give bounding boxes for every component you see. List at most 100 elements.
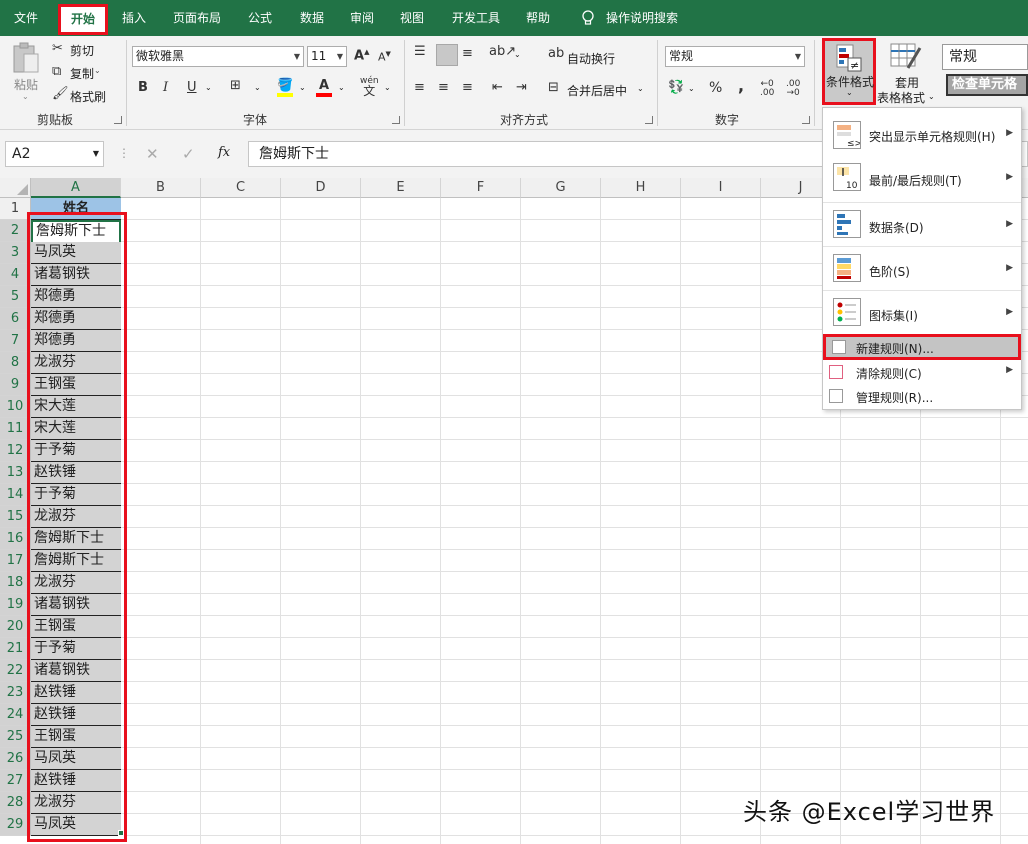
phonetic-chevron-icon[interactable]: ⌄ [384,83,391,92]
orientation-icon[interactable]: ab↗ [489,44,516,59]
increase-indent-icon[interactable]: ⇥ [516,80,527,95]
decrease-font-icon[interactable]: A▼ [378,50,391,64]
conditional-formatting-button[interactable]: ≠ 条件格式 ⌄ [822,38,876,105]
copy-button[interactable]: 复制 [70,65,94,82]
menu-item-data-bars[interactable]: 数据条(D) ▶ [823,202,1021,246]
font-color-chevron-icon[interactable]: ⌄ [338,83,345,92]
gridline [121,461,1028,462]
format-as-table-chevron-icon[interactable]: ⌄ [928,92,935,101]
column-header-f[interactable]: F [441,178,521,198]
tab-insert[interactable]: 插入 [114,0,154,36]
paste-chevron-icon[interactable]: ⌄ [22,92,29,101]
name-box[interactable]: A2 ▼ [5,141,104,167]
number-launcher-icon[interactable] [802,116,810,124]
font-group-label: 字体 [242,113,267,127]
tab-page-layout[interactable]: 页面布局 [166,0,228,36]
number-format-value: 常规 [669,49,694,63]
column-header-g[interactable]: G [521,178,601,198]
bold-button[interactable]: B [138,80,148,95]
insert-function-icon[interactable]: fx [218,145,230,160]
menu-item-clear-rules[interactable]: 清除规则(C) ▶ [823,360,1021,385]
comma-button[interactable]: , [738,76,744,95]
alignment-launcher-icon[interactable] [645,116,653,124]
gridline [121,747,1028,748]
copy-chevron-icon[interactable]: ⌄ [94,66,101,75]
currency-chevron-icon[interactable]: ⌄ [688,84,695,93]
percent-button[interactable]: % [709,80,722,96]
currency-icon[interactable]: 💱 [668,80,684,95]
align-middle-icon[interactable] [436,44,458,66]
tab-file[interactable]: 文件 [4,0,48,36]
cell-a[interactable]: 詹姆斯下士 [33,222,119,242]
decrease-indent-icon[interactable]: ⇤ [492,80,503,95]
italic-button[interactable]: I [163,80,168,95]
tell-me-search[interactable]: 操作说明搜索 [604,0,680,36]
decrease-decimal-icon[interactable]: .00 →0 [786,80,800,98]
menu-item-top-bottom-rules[interactable]: 10 最前/最后规则(T) ▶ [823,158,1021,202]
underline-button[interactable]: U [187,80,197,95]
fill-chevron-icon[interactable]: ⌄ [299,83,306,92]
new-rule-icon [832,340,846,354]
format-as-table-icon[interactable] [890,42,924,72]
chevron-right-icon: ▶ [1006,263,1013,273]
column-header-e[interactable]: E [361,178,441,198]
paste-icon[interactable] [10,42,42,76]
merge-chevron-icon[interactable]: ⌄ [637,84,644,93]
column-header-i[interactable]: I [681,178,761,198]
select-all-corner[interactable] [0,178,31,198]
menu-item-color-scales[interactable]: 色阶(S) ▶ [823,246,1021,290]
chevron-down-icon[interactable]: ▼ [93,142,99,166]
tab-review[interactable]: 审阅 [342,0,382,36]
menu-item-highlight-rules[interactable]: ≤> 突出显示单元格规则(H) ▶ [823,114,1021,158]
cancel-icon[interactable]: ✕ [146,145,159,163]
watermark: 头条 @Excel学习世界 [743,798,996,826]
cell-style-normal[interactable]: 常规 [942,44,1028,70]
merge-center-button[interactable]: 合并后居中 [567,82,627,99]
icon-sets-icon [833,298,861,326]
menu-item-manage-rules[interactable]: 管理规则(R)... [823,385,1021,409]
font-name-select[interactable]: 微软雅黑 ▼ [132,46,304,67]
clipboard-launcher-icon[interactable] [114,116,122,124]
menu-item-new-rule[interactable]: 新建规则(N)... [823,334,1021,360]
column-header-a[interactable]: A [31,178,121,198]
column-header-c[interactable]: C [201,178,281,198]
border-chevron-icon[interactable]: ⌄ [254,83,261,92]
column-header-h[interactable]: H [601,178,681,198]
tab-developer[interactable]: 开发工具 [446,0,506,36]
fill-color-icon[interactable]: 🪣 [277,78,293,97]
font-size-select[interactable]: 11 ▼ [307,46,347,67]
splitter-icon[interactable]: ⋮ [118,146,130,160]
orientation-chevron-icon[interactable]: ⌄ [514,50,521,59]
increase-font-icon[interactable]: A▲ [354,48,369,63]
format-as-table-label-2[interactable]: 表格格式 [877,89,925,106]
tab-help[interactable]: 帮助 [518,0,558,36]
column-header-d[interactable]: D [281,178,361,198]
tab-formulas[interactable]: 公式 [240,0,280,36]
number-format-select[interactable]: 常规 ▼ [665,46,805,67]
tab-data[interactable]: 数据 [292,0,332,36]
separator [657,40,658,126]
font-color-icon[interactable]: A [316,78,332,97]
border-icon[interactable]: ⊞ [230,78,241,93]
align-center-icon[interactable]: ≡ [438,80,449,95]
column-header-b[interactable]: B [121,178,201,198]
increase-decimal-icon[interactable]: ←0.00 [760,80,774,98]
enter-icon[interactable]: ✓ [182,145,195,163]
align-top-icon[interactable]: ☰ [414,44,426,59]
underline-chevron-icon[interactable]: ⌄ [205,83,212,92]
phonetic-icon[interactable]: wén 文 [360,76,379,98]
tab-home[interactable]: 开始 [58,4,108,35]
tab-view[interactable]: 视图 [392,0,432,36]
cut-button[interactable]: 剪切 [70,42,94,59]
wrap-text-button[interactable]: 自动换行 [567,50,615,67]
paste-button[interactable]: 粘贴 [14,76,38,93]
menu-item-icon-sets[interactable]: 图标集(I) ▶ [823,290,1021,334]
font-launcher-icon[interactable] [392,116,400,124]
separator [126,40,127,126]
align-right-icon[interactable]: ≡ [462,80,473,95]
align-left-icon[interactable]: ≡ [414,80,425,95]
cell-style-check[interactable]: 检查单元格 [946,74,1028,96]
scissors-icon: ✂ [52,41,63,56]
align-bottom-icon[interactable]: ≡ [462,46,473,61]
format-painter-button[interactable]: 格式刷 [70,88,106,105]
